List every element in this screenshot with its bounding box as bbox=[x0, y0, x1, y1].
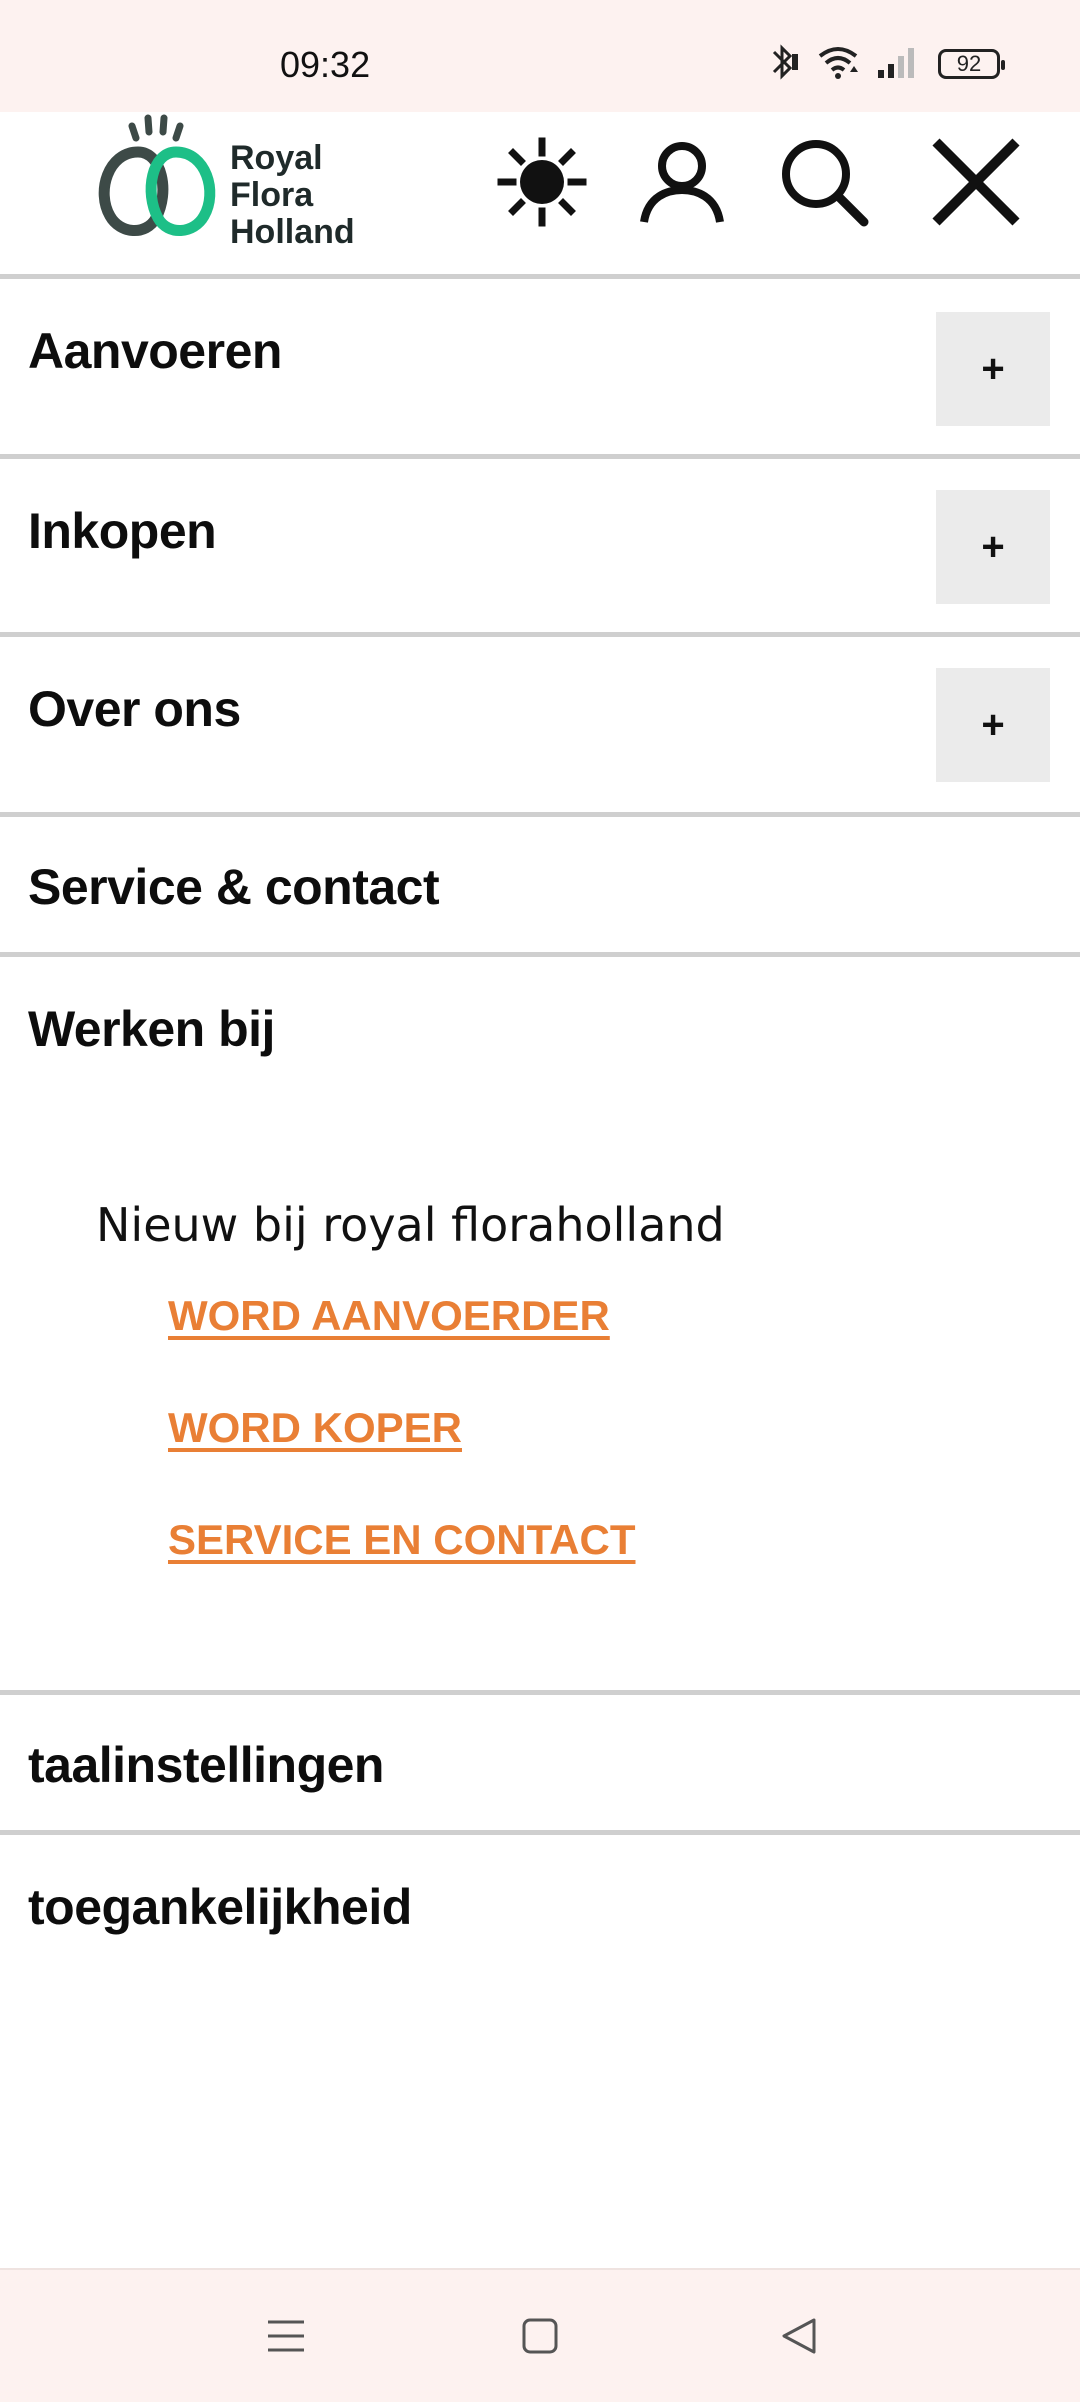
signal-icon bbox=[876, 44, 922, 85]
divider bbox=[0, 812, 1080, 817]
royal-flora-holland-logo[interactable]: Royal Flora Holland bbox=[90, 112, 390, 252]
account-icon[interactable] bbox=[632, 132, 732, 232]
bluetooth-icon bbox=[766, 42, 800, 87]
expand-over-ons-button[interactable]: + bbox=[936, 668, 1050, 782]
divider bbox=[0, 952, 1080, 957]
expand-inkopen-button[interactable]: + bbox=[936, 490, 1050, 604]
word-aanvoerder-link[interactable]: WORD AANVOERDER bbox=[168, 1292, 610, 1340]
home-icon[interactable] bbox=[516, 2312, 564, 2360]
divider bbox=[0, 274, 1080, 279]
brightness-icon[interactable] bbox=[492, 132, 592, 232]
service-en-contact-link[interactable]: SERVICE EN CONTACT bbox=[168, 1516, 636, 1564]
menu-item-taalinstellingen[interactable]: taalinstellingen bbox=[28, 1736, 384, 1794]
expand-aanvoeren-button[interactable]: + bbox=[936, 312, 1050, 426]
menu-item-toegankelijkheid[interactable]: toegankelijkheid bbox=[28, 1878, 412, 1936]
word-koper-link[interactable]: WORD KOPER bbox=[168, 1404, 462, 1452]
menu-icon[interactable] bbox=[262, 2312, 310, 2360]
status-bar: 09:32 92 bbox=[0, 0, 1080, 112]
status-time: 09:32 bbox=[280, 44, 371, 85]
close-icon[interactable] bbox=[926, 132, 1026, 232]
site-header: Royal Flora Holland bbox=[0, 112, 1080, 274]
wifi-icon bbox=[816, 44, 860, 85]
logo-mark bbox=[98, 114, 216, 236]
status-icons: 92 bbox=[766, 42, 1005, 87]
logo-text: Royal Flora Holland bbox=[230, 139, 355, 251]
divider bbox=[0, 632, 1080, 637]
search-icon[interactable] bbox=[774, 132, 874, 232]
battery-icon: 92 bbox=[938, 49, 1005, 79]
menu-item-werken-bij[interactable]: Werken bij bbox=[28, 1000, 275, 1058]
system-nav-bar bbox=[0, 2268, 1080, 2402]
divider bbox=[0, 1830, 1080, 1835]
menu-item-over-ons[interactable]: Over ons bbox=[28, 680, 241, 738]
menu-item-aanvoeren[interactable]: Aanvoeren bbox=[28, 322, 282, 380]
divider bbox=[0, 1690, 1080, 1695]
submenu-heading: Nieuw bij royal floraholland bbox=[96, 1198, 725, 1252]
divider bbox=[0, 454, 1080, 459]
back-icon[interactable] bbox=[776, 2312, 824, 2360]
menu-item-service-contact[interactable]: Service & contact bbox=[28, 858, 440, 916]
menu-item-inkopen[interactable]: Inkopen bbox=[28, 502, 217, 560]
